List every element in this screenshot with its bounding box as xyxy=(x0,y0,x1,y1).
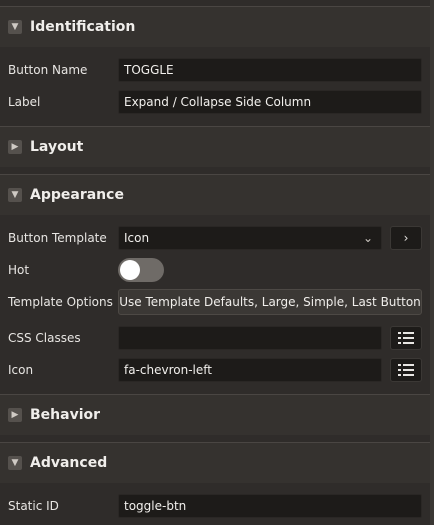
button-name-input[interactable]: TOGGLE xyxy=(118,58,422,82)
field-label: Static ID xyxy=(8,499,59,513)
row-css-classes: CSS Classes xyxy=(0,325,430,351)
label-input[interactable]: Expand / Collapse Side Column xyxy=(118,90,422,114)
field-label: Icon xyxy=(8,363,34,377)
scrollbar[interactable] xyxy=(430,0,434,525)
list-icon xyxy=(398,364,414,376)
template-options-button[interactable]: Use Template Defaults, Large, Simple, La… xyxy=(118,289,422,315)
row-button-name: Button Name TOGGLE xyxy=(0,57,430,83)
css-classes-input[interactable] xyxy=(118,326,382,350)
icon-input[interactable]: fa-chevron-left xyxy=(118,358,382,382)
field-label: Button Name xyxy=(8,63,88,77)
chevron-down-icon: ▼ xyxy=(8,456,22,470)
chevron-down-icon: ⌄ xyxy=(362,231,373,245)
section-title: Advanced xyxy=(30,455,108,471)
section-behavior[interactable]: ▶ Behavior xyxy=(0,394,430,435)
hot-toggle[interactable] xyxy=(118,258,164,282)
select-value: Icon xyxy=(124,231,150,245)
icon-picker-button[interactable] xyxy=(390,358,422,382)
section-appearance[interactable]: ▼ Appearance xyxy=(0,174,430,215)
field-label: Hot xyxy=(8,263,30,277)
row-template-options: Template Options Use Template Defaults, … xyxy=(0,289,430,315)
chevron-right-icon: ▶ xyxy=(8,408,22,422)
section-title: Behavior xyxy=(30,407,101,423)
section-title: Appearance xyxy=(30,187,124,203)
field-label: Button Template xyxy=(8,231,107,245)
static-id-input[interactable]: toggle-btn xyxy=(118,494,422,518)
field-label: Label xyxy=(8,95,41,109)
section-title: Layout xyxy=(30,139,84,155)
section-advanced[interactable]: ▼ Advanced xyxy=(0,442,430,483)
field-label: Template Options xyxy=(8,295,113,309)
button-template-select[interactable]: Icon ⌄ xyxy=(118,226,382,250)
row-label: Label Expand / Collapse Side Column xyxy=(0,89,430,115)
chevron-right-icon: › xyxy=(403,231,409,245)
field-label: CSS Classes xyxy=(8,331,81,345)
section-identification[interactable]: ▼ Identification xyxy=(0,6,430,47)
row-hot: Hot xyxy=(0,257,430,283)
section-title: Identification xyxy=(30,19,136,35)
row-button-template: Button Template Icon ⌄ › xyxy=(0,225,430,251)
section-layout[interactable]: ▶ Layout xyxy=(0,126,430,167)
list-icon xyxy=(398,332,414,344)
toggle-knob xyxy=(120,260,140,280)
go-to-template-button[interactable]: › xyxy=(390,226,422,250)
chevron-right-icon: ▶ xyxy=(8,140,22,154)
row-icon: Icon fa-chevron-left xyxy=(0,357,430,383)
css-classes-picker-button[interactable] xyxy=(390,326,422,350)
chevron-down-icon: ▼ xyxy=(8,188,22,202)
row-static-id: Static ID toggle-btn xyxy=(0,493,430,519)
chevron-down-icon: ▼ xyxy=(8,20,22,34)
